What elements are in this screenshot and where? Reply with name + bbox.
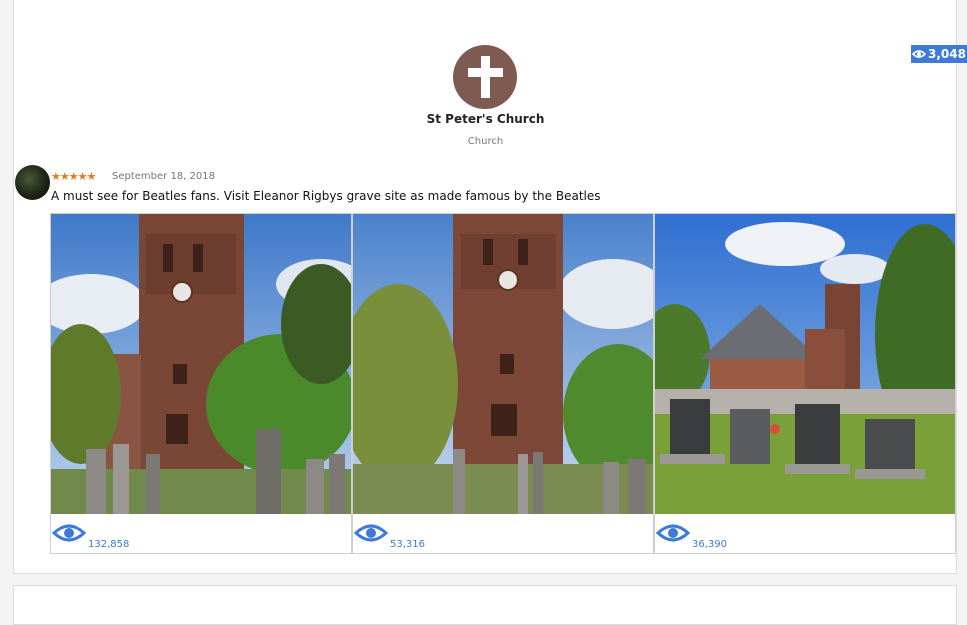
photo-meta: 132,858 [52, 519, 342, 550]
photo-meta: 53,316 [354, 519, 644, 550]
view-count: 36,390 [692, 539, 727, 550]
cross-icon[interactable] [453, 45, 517, 109]
eye-icon [656, 524, 690, 542]
view-count: 53,316 [390, 539, 425, 550]
place-type: Church [467, 136, 504, 147]
views-badge-count: 3,048 [928, 47, 966, 61]
view-count: 132,858 [88, 539, 130, 550]
avatar[interactable] [15, 165, 50, 200]
review-date: September 18, 2018 [112, 171, 215, 182]
churchyard-photo[interactable] [655, 214, 955, 514]
photo-tile[interactable]: 132,858 [50, 213, 352, 554]
church-tower-photo[interactable] [51, 214, 351, 514]
photo-tile[interactable]: 53,316 [352, 213, 654, 554]
eye-icon [912, 50, 926, 58]
photo-meta: 36,390 [656, 519, 946, 550]
church-tower-photo[interactable] [353, 214, 653, 514]
eye-icon [52, 524, 86, 542]
eye-icon [354, 524, 388, 542]
review-text: A must see for Beatles fans. Visit Elean… [51, 189, 601, 203]
views-badge: 3,048 [911, 45, 967, 63]
photo-tile[interactable]: 36,390 [654, 213, 956, 554]
review-card: 3,048 St Peter's Church Church ★★★★★ Sep… [13, 0, 967, 574]
next-review-card [13, 585, 957, 625]
place-name[interactable]: St Peter's Church [334, 112, 637, 126]
star-rating: ★★★★★ [51, 170, 96, 183]
